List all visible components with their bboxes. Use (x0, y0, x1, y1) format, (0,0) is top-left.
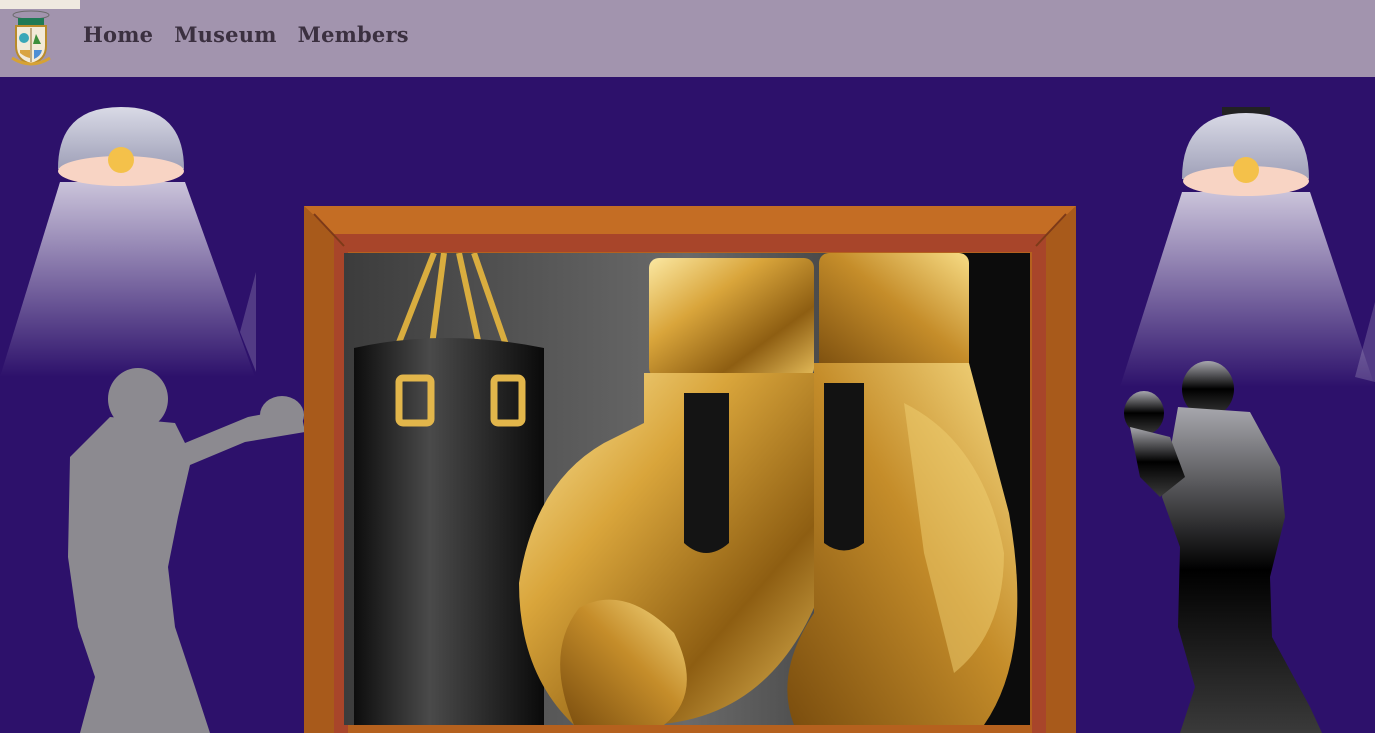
club-crest-logo-icon[interactable] (8, 8, 54, 68)
right-spotlight-scene (1120, 107, 1375, 733)
top-navigation-bar: Home Museum Members (0, 0, 1375, 77)
golden-boxing-gloves-painting[interactable] (344, 253, 1030, 725)
boxer-silhouette-punching-icon (68, 368, 305, 733)
nav-museum[interactable]: Museum (174, 22, 276, 48)
left-spotlight-scene (0, 107, 305, 733)
boxer-silhouette-guard-icon (1124, 361, 1322, 733)
nav-members[interactable]: Members (298, 22, 409, 48)
main-nav: Home Museum Members (83, 22, 409, 48)
light-beam (1120, 192, 1375, 387)
light-beam (0, 182, 255, 377)
ceiling-lamp-icon (58, 107, 184, 186)
ceiling-lamp-icon (1182, 113, 1309, 196)
punching-bag (354, 338, 544, 725)
nav-home[interactable]: Home (83, 22, 153, 48)
